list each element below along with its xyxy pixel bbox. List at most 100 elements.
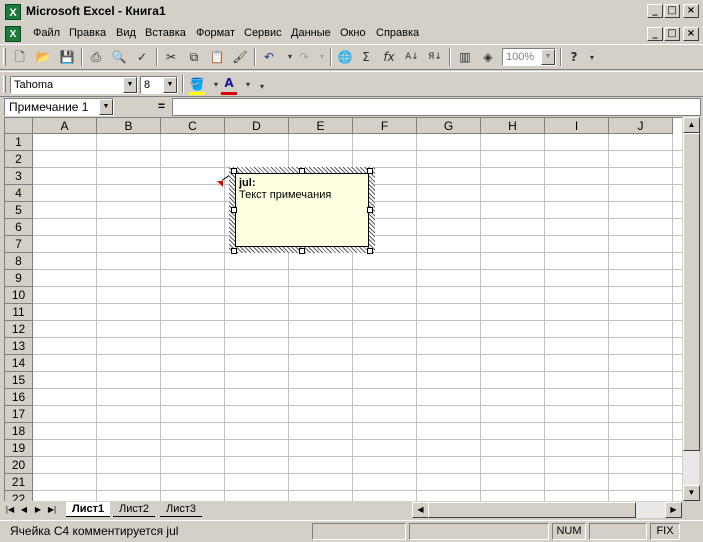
function-icon[interactable]: fx [379, 47, 399, 67]
menu-edit[interactable]: Правка [69, 27, 106, 39]
row-header[interactable]: 9 [5, 270, 33, 287]
resize-handle[interactable] [231, 168, 237, 174]
row-header[interactable]: 11 [5, 304, 33, 321]
row-header[interactable]: 14 [5, 355, 33, 372]
print-preview-icon[interactable]: 🔍 [109, 47, 129, 67]
font-select[interactable]: Tahoma ▼ [10, 76, 138, 94]
scroll-right-icon[interactable]: ▶ [665, 502, 682, 518]
open-folder-icon[interactable]: 📂 [33, 47, 53, 67]
font-size-select[interactable]: 8 ▼ [140, 76, 178, 94]
row-header[interactable]: 1 [5, 134, 33, 151]
menu-format[interactable]: Формат [196, 27, 235, 39]
sheet-tab-1[interactable]: Лист1 [66, 502, 111, 517]
menu-file[interactable]: Файл [33, 27, 60, 39]
autosum-icon[interactable]: Σ [356, 47, 376, 67]
sort-descending-icon[interactable]: Я↓ [425, 47, 445, 67]
menu-window[interactable]: Окно [340, 27, 366, 39]
workbook-icon[interactable]: X [5, 26, 21, 42]
horizontal-scrollbar[interactable]: ◀ ▶ [412, 502, 682, 518]
fill-color-icon[interactable]: 🪣 [187, 74, 207, 94]
column-header[interactable]: H [481, 118, 545, 134]
menu-help[interactable]: Справка [376, 27, 419, 39]
column-header[interactable]: B [97, 118, 161, 134]
format-painter-icon[interactable]: 🖌 [230, 47, 250, 67]
comment-box[interactable]: jul: Текст примечания [235, 173, 369, 247]
print-icon[interactable]: ⎙ [86, 47, 106, 67]
last-sheet-icon[interactable]: ▶| [46, 503, 58, 516]
row-header[interactable]: 21 [5, 474, 33, 491]
cut-icon[interactable]: ✂ [161, 47, 181, 67]
row-header[interactable]: 17 [5, 406, 33, 423]
toolbar-options-icon[interactable]: ▾ [582, 48, 602, 68]
new-document-icon[interactable]: 🗋 [10, 47, 30, 67]
hyperlink-icon[interactable]: 🌐 [335, 47, 355, 67]
row-header[interactable]: 12 [5, 321, 33, 338]
horizontal-scroll-thumb[interactable] [428, 502, 636, 518]
column-header[interactable]: J [609, 118, 673, 134]
doc-restore-button[interactable]: □ [664, 27, 680, 41]
doc-close-button[interactable]: × [683, 27, 699, 41]
row-header[interactable]: 8 [5, 253, 33, 270]
prev-sheet-icon[interactable]: ◀ [18, 503, 30, 516]
scroll-down-icon[interactable]: ▼ [683, 485, 700, 501]
toolbar-options-icon[interactable]: ▾ [252, 77, 272, 97]
zoom-select[interactable]: 100% ▼ [502, 48, 556, 66]
column-header[interactable]: A [33, 118, 97, 134]
chevron-down-icon[interactable]: ▼ [163, 77, 177, 93]
first-sheet-icon[interactable]: |◀ [4, 503, 16, 516]
row-header[interactable]: 5 [5, 202, 33, 219]
menu-tools[interactable]: Сервис [244, 27, 282, 39]
row-header[interactable]: 10 [5, 287, 33, 304]
toolbar-grip[interactable] [3, 75, 6, 93]
row-header[interactable]: 4 [5, 185, 33, 202]
row-header[interactable]: 16 [5, 389, 33, 406]
drawing-icon[interactable]: ◈ [478, 47, 498, 67]
resize-handle[interactable] [299, 168, 305, 174]
column-header[interactable]: E [289, 118, 353, 134]
vertical-scrollbar[interactable]: ▲ ▼ [682, 117, 700, 501]
resize-handle[interactable] [231, 248, 237, 254]
row-header[interactable]: 3 [5, 168, 33, 185]
column-header[interactable]: F [353, 118, 417, 134]
formula-input[interactable] [172, 98, 701, 116]
column-header[interactable]: D [225, 118, 289, 134]
scroll-left-icon[interactable]: ◀ [412, 502, 429, 518]
row-header[interactable]: 22 [5, 491, 33, 501]
resize-handle[interactable] [231, 207, 237, 213]
vertical-scroll-thumb[interactable] [683, 133, 700, 451]
resize-handle[interactable] [299, 248, 305, 254]
paste-icon[interactable]: 📋 [207, 47, 227, 67]
scroll-up-icon[interactable]: ▲ [683, 117, 700, 133]
sheet-tab-3[interactable]: Лист3 [160, 502, 203, 517]
spelling-icon[interactable]: ✓ [132, 47, 152, 67]
redo-icon[interactable]: ↷ [294, 47, 314, 67]
column-header[interactable]: G [417, 118, 481, 134]
column-header[interactable]: C [161, 118, 225, 134]
doc-minimize-button[interactable]: _ [647, 27, 663, 41]
comment-text[interactable]: Текст примечания [239, 189, 365, 201]
chart-wizard-icon[interactable]: ▥ [455, 47, 475, 67]
menu-view[interactable]: Вид [116, 27, 136, 39]
chevron-down-icon[interactable]: ▼ [123, 77, 137, 93]
row-header[interactable]: 20 [5, 457, 33, 474]
resize-handle[interactable] [367, 168, 373, 174]
excel-app-icon[interactable]: X [5, 4, 21, 20]
next-sheet-icon[interactable]: ▶ [32, 503, 44, 516]
menu-data[interactable]: Данные [291, 27, 331, 39]
row-header[interactable]: 19 [5, 440, 33, 457]
minimize-button[interactable]: _ [647, 4, 663, 18]
column-header[interactable]: I [545, 118, 609, 134]
font-color-icon[interactable]: A [219, 73, 239, 93]
toolbar-grip[interactable] [3, 48, 6, 66]
resize-handle[interactable] [367, 207, 373, 213]
save-icon[interactable]: 💾 [57, 47, 77, 67]
row-header[interactable]: 6 [5, 219, 33, 236]
chevron-down-icon[interactable]: ▼ [541, 49, 555, 65]
select-all-corner[interactable] [5, 118, 33, 134]
row-header[interactable]: 18 [5, 423, 33, 440]
row-header[interactable]: 2 [5, 151, 33, 168]
row-header[interactable]: 13 [5, 338, 33, 355]
copy-icon[interactable]: ⧉ [184, 47, 204, 67]
sheet-tab-2[interactable]: Лист2 [113, 502, 156, 517]
chevron-down-icon[interactable]: ▼ [99, 99, 113, 115]
